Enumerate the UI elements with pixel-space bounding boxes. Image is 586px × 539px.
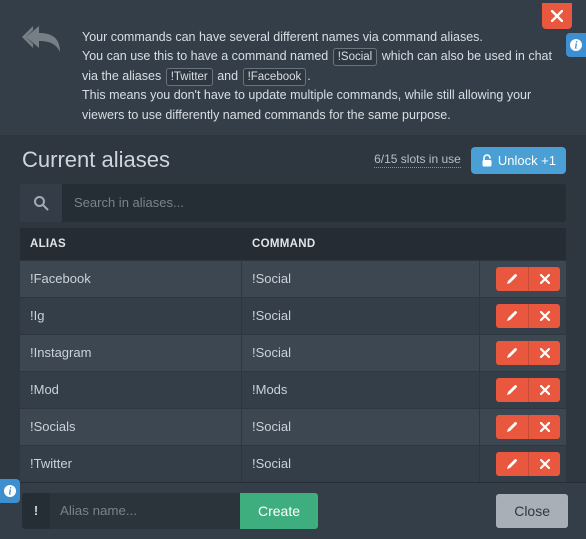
section-title: Current aliases xyxy=(22,147,170,173)
cell-alias: !Ig xyxy=(20,298,242,334)
close-icon xyxy=(540,348,550,358)
edit-button[interactable] xyxy=(496,452,528,476)
svg-text:i: i xyxy=(575,41,578,52)
pencil-icon xyxy=(506,384,518,396)
table-header: ALIAS COMMAND xyxy=(20,228,566,260)
search-icon xyxy=(33,195,49,211)
cell-actions xyxy=(480,452,566,476)
table-row: !Facebook!Social xyxy=(20,260,566,297)
delete-button[interactable] xyxy=(528,452,560,476)
info-pin-top[interactable]: i xyxy=(566,33,586,57)
reply-all-icon xyxy=(22,22,64,125)
cell-command: !Social xyxy=(242,261,480,297)
unlock-icon xyxy=(481,154,493,167)
tag-social: !Social xyxy=(333,48,378,66)
unlock-label: Unlock +1 xyxy=(498,153,556,168)
intro-line-1: Your commands can have several different… xyxy=(82,28,564,47)
cell-actions xyxy=(480,267,566,291)
alias-name-input[interactable] xyxy=(50,493,240,529)
bang-prefix: ! xyxy=(22,493,50,529)
close-icon xyxy=(540,385,550,395)
table-row: !Twitter!Social xyxy=(20,445,566,482)
unlock-button[interactable]: Unlock +1 xyxy=(471,147,566,174)
delete-button[interactable] xyxy=(528,378,560,402)
close-icon xyxy=(540,459,550,469)
cell-command: !Mods xyxy=(242,372,480,408)
delete-button[interactable] xyxy=(528,341,560,365)
tag-facebook: !Facebook xyxy=(243,68,307,86)
edit-button[interactable] xyxy=(496,304,528,328)
edit-button[interactable] xyxy=(496,341,528,365)
delete-button[interactable] xyxy=(528,267,560,291)
table-row: !Socials!Social xyxy=(20,408,566,445)
intro-line-2: You can use this to have a command named… xyxy=(82,47,564,86)
close-button[interactable]: Close xyxy=(496,494,568,528)
intro-line-3: This means you don't have to update mult… xyxy=(82,86,564,125)
cell-actions xyxy=(480,341,566,365)
info-pin-bottom[interactable]: i xyxy=(0,479,20,503)
close-icon xyxy=(540,274,550,284)
svg-text:i: i xyxy=(9,487,12,498)
header-alias: ALIAS xyxy=(20,238,242,250)
cell-actions xyxy=(480,415,566,439)
pencil-icon xyxy=(506,347,518,359)
delete-button[interactable] xyxy=(528,304,560,328)
slots-in-use: 6/15 slots in use xyxy=(374,152,461,168)
table-row: !Ig!Social xyxy=(20,297,566,334)
edit-button[interactable] xyxy=(496,267,528,291)
pencil-icon xyxy=(506,458,518,470)
table-body: !Facebook!Social!Ig!Social!Instagram!Soc… xyxy=(20,260,566,482)
intro-text: Your commands can have several different… xyxy=(82,28,564,125)
table-row: !Mod!Mods xyxy=(20,371,566,408)
header-command: COMMAND xyxy=(242,238,480,250)
cell-alias: !Twitter xyxy=(20,446,242,482)
aliases-modal: i i Your commands can have several diffe… xyxy=(0,0,586,532)
search-icon-box xyxy=(20,184,62,222)
pencil-icon xyxy=(506,421,518,433)
intro-panel: Your commands can have several different… xyxy=(0,0,586,135)
cell-actions xyxy=(480,304,566,328)
aliases-table: ALIAS COMMAND !Facebook!Social!Ig!Social… xyxy=(20,228,566,482)
cell-alias: !Facebook xyxy=(20,261,242,297)
cell-command: !Social xyxy=(242,409,480,445)
create-button[interactable]: Create xyxy=(240,493,318,529)
cell-command: !Social xyxy=(242,446,480,482)
cell-alias: !Socials xyxy=(20,409,242,445)
footer: ! Create Close xyxy=(0,482,586,539)
edit-button[interactable] xyxy=(496,378,528,402)
section-header: Current aliases 6/15 slots in use Unlock… xyxy=(0,135,586,184)
pencil-icon xyxy=(506,310,518,322)
search-input[interactable] xyxy=(62,184,566,222)
cell-command: !Social xyxy=(242,335,480,371)
cell-alias: !Mod xyxy=(20,372,242,408)
cell-command: !Social xyxy=(242,298,480,334)
delete-button[interactable] xyxy=(528,415,560,439)
edit-button[interactable] xyxy=(496,415,528,439)
modal-close-button[interactable] xyxy=(542,3,572,29)
search-bar xyxy=(20,184,566,222)
cell-alias: !Instagram xyxy=(20,335,242,371)
close-icon xyxy=(540,311,550,321)
tag-twitter: !Twitter xyxy=(166,68,213,86)
table-row: !Instagram!Social xyxy=(20,334,566,371)
info-icon: i xyxy=(3,484,17,498)
pencil-icon xyxy=(506,273,518,285)
close-icon xyxy=(540,422,550,432)
info-icon: i xyxy=(569,38,583,52)
close-icon xyxy=(551,10,563,22)
cell-actions xyxy=(480,378,566,402)
